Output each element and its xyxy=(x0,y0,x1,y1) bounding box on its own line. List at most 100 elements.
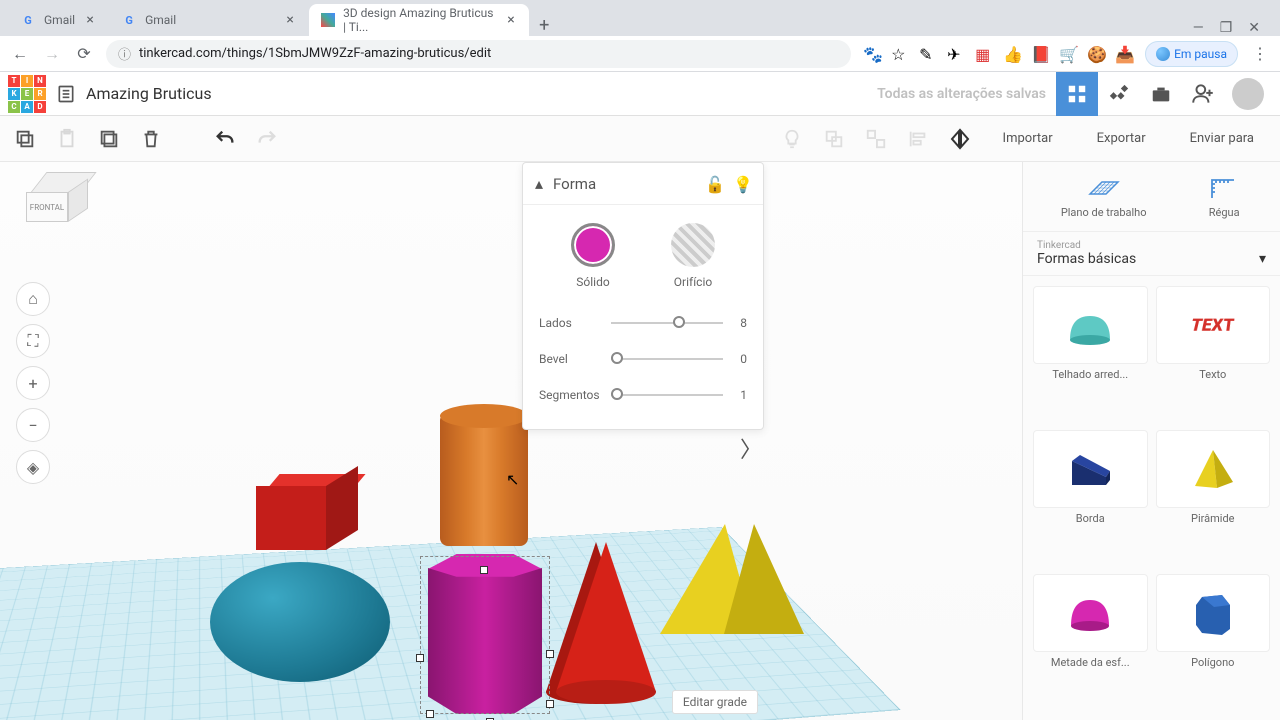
ext-icon[interactable]: 📥 xyxy=(1115,45,1133,63)
shape-sphere-blue[interactable] xyxy=(210,562,390,682)
ext-icon[interactable]: 🍪 xyxy=(1087,45,1105,63)
close-icon[interactable]: × xyxy=(505,13,517,27)
undo-icon[interactable] xyxy=(212,126,238,152)
slider-sides[interactable]: Lados 8 xyxy=(539,305,747,341)
view-case-button[interactable] xyxy=(1140,72,1182,116)
grid-controls: Editar grade xyxy=(672,690,758,714)
hole-swatch xyxy=(671,223,715,267)
zoom-in-button[interactable]: + xyxy=(16,366,50,400)
workplane-tool[interactable]: Plano de trabalho xyxy=(1061,174,1147,219)
pause-label: Em pausa xyxy=(1174,47,1227,61)
ungroup-icon[interactable] xyxy=(863,126,889,152)
shape-cube-red[interactable] xyxy=(256,474,342,550)
ext-icon[interactable]: 🐾 xyxy=(863,45,881,63)
ext-icon[interactable]: 📕 xyxy=(1031,45,1049,63)
align-icon[interactable] xyxy=(905,126,931,152)
site-info-icon[interactable]: ⓘ xyxy=(118,44,131,63)
forward-icon[interactable]: → xyxy=(42,44,62,64)
ext-icon[interactable]: ▦ xyxy=(975,45,993,63)
tool-label: Régua xyxy=(1209,206,1240,219)
lightbulb-icon[interactable]: 💡 xyxy=(733,175,751,193)
view-blocks-button[interactable] xyxy=(1056,72,1098,116)
ext-icon[interactable]: ✈ xyxy=(947,45,965,63)
slider-segments[interactable]: Segmentos 1 xyxy=(539,377,747,413)
bookmark-icon[interactable]: ☆ xyxy=(891,45,909,63)
redo-icon[interactable] xyxy=(254,126,280,152)
lightbulb-icon[interactable] xyxy=(779,126,805,152)
ext-icon[interactable]: 🛒 xyxy=(1059,45,1077,63)
shape-cone-red[interactable] xyxy=(556,542,656,692)
send-to-button[interactable]: Enviar para xyxy=(1176,125,1268,152)
export-button[interactable]: Exportar xyxy=(1083,125,1160,152)
copy-icon[interactable] xyxy=(12,126,38,152)
mirror-icon[interactable] xyxy=(947,126,973,152)
hole-option[interactable]: Orifício xyxy=(671,223,715,289)
lib-item-polygon[interactable]: Polígono xyxy=(1156,574,1271,710)
lib-label: Pirâmide xyxy=(1156,512,1271,525)
shape-polygon-magenta-selected[interactable] xyxy=(428,554,542,714)
lib-item-half-sphere[interactable]: Metade da esf... xyxy=(1033,574,1148,710)
ruler-tool[interactable]: Régua xyxy=(1206,174,1242,219)
lib-label: Texto xyxy=(1156,368,1271,381)
browser-tab-0[interactable]: G Gmail × xyxy=(8,4,109,36)
collaborate-button[interactable] xyxy=(1182,72,1224,116)
collapse-icon[interactable]: ▴ xyxy=(535,174,543,193)
profile-pause-button[interactable]: Em pausa xyxy=(1145,41,1238,67)
lib-item-text[interactable]: TEXT Texto xyxy=(1156,286,1271,422)
group-icon[interactable] xyxy=(821,126,847,152)
back-icon[interactable]: ← xyxy=(10,44,30,64)
slider-bevel[interactable]: Bevel 0 xyxy=(539,341,747,377)
solid-label: Sólido xyxy=(576,275,609,289)
solid-option[interactable]: Sólido xyxy=(571,223,615,289)
view-cube[interactable]: FRONTAL xyxy=(24,172,86,222)
shape-category-select[interactable]: Tinkercad Formas básicas▾ xyxy=(1023,232,1280,276)
resize-handle[interactable] xyxy=(546,650,554,658)
duplicate-icon[interactable] xyxy=(96,126,122,152)
zoom-out-button[interactable]: − xyxy=(16,408,50,442)
paste-icon[interactable] xyxy=(54,126,80,152)
tinkercad-logo[interactable]: TIN KER CAD xyxy=(8,75,46,113)
resize-handle[interactable] xyxy=(416,654,424,662)
address-bar: ← → ⟳ ⓘ tinkercad.com/things/1SbmJMW9ZzF… xyxy=(0,36,1280,72)
edit-grid-button[interactable]: Editar grade xyxy=(672,690,758,714)
reload-icon[interactable]: ⟳ xyxy=(74,44,94,64)
menu-icon[interactable]: ⋮ xyxy=(1250,44,1270,64)
cat-name: Formas básicas xyxy=(1037,251,1136,267)
shape-pyramid-yellow[interactable] xyxy=(660,524,790,644)
resize-handle[interactable] xyxy=(426,710,434,718)
browser-tab-2[interactable]: 3D design Amazing Bruticus | Ti... × xyxy=(309,4,529,36)
new-tab-button[interactable]: + xyxy=(529,15,559,36)
ortho-view-button[interactable]: ◈ xyxy=(16,450,50,484)
resize-handle[interactable] xyxy=(480,566,488,574)
close-icon[interactable]: × xyxy=(283,13,297,27)
tab-title: 3D design Amazing Bruticus | Ti... xyxy=(343,6,497,34)
window-maximize-icon[interactable]: ❐ xyxy=(1220,20,1233,36)
shape-inspector-panel: ▴ Forma 🔓 💡 Sólido Orifício Lados xyxy=(522,162,764,430)
home-view-button[interactable]: ⌂ xyxy=(16,282,50,316)
browser-tab-1[interactable]: G Gmail × xyxy=(109,4,309,36)
favicon: G xyxy=(121,12,137,28)
lib-item-wedge[interactable]: Borda xyxy=(1033,430,1148,566)
url-input[interactable]: ⓘ tinkercad.com/things/1SbmJMW9ZzF-amazi… xyxy=(106,40,851,68)
lock-icon[interactable]: 🔓 xyxy=(705,175,723,193)
lib-item-roof[interactable]: Telhado arred... xyxy=(1033,286,1148,422)
fit-view-button[interactable]: ⛶ xyxy=(16,324,50,358)
ext-icon[interactable]: ✎ xyxy=(919,45,937,63)
user-avatar[interactable] xyxy=(1232,78,1264,110)
window-close-icon[interactable]: ✕ xyxy=(1248,20,1260,36)
document-list-icon[interactable] xyxy=(56,84,76,104)
close-icon[interactable]: × xyxy=(83,13,97,27)
view-bricks-button[interactable] xyxy=(1098,72,1140,116)
window-minimize-icon[interactable]: — xyxy=(1193,20,1204,36)
resize-handle[interactable] xyxy=(546,700,554,708)
delete-icon[interactable] xyxy=(138,126,164,152)
shape-cylinder-orange[interactable] xyxy=(440,406,528,546)
3d-canvas[interactable]: FRONTAL ⌂ ⛶ + − ◈ xyxy=(0,162,1022,720)
lib-item-pyramid[interactable]: Pirâmide xyxy=(1156,430,1271,566)
lib-label: Metade da esf... xyxy=(1033,656,1148,669)
import-button[interactable]: Importar xyxy=(989,125,1067,152)
project-title[interactable]: Amazing Bruticus xyxy=(86,84,212,103)
ext-icon[interactable]: 👍 xyxy=(1003,45,1021,63)
cat-source: Tinkercad xyxy=(1037,240,1266,251)
expand-panel-icon[interactable]: 〉 xyxy=(740,432,762,464)
